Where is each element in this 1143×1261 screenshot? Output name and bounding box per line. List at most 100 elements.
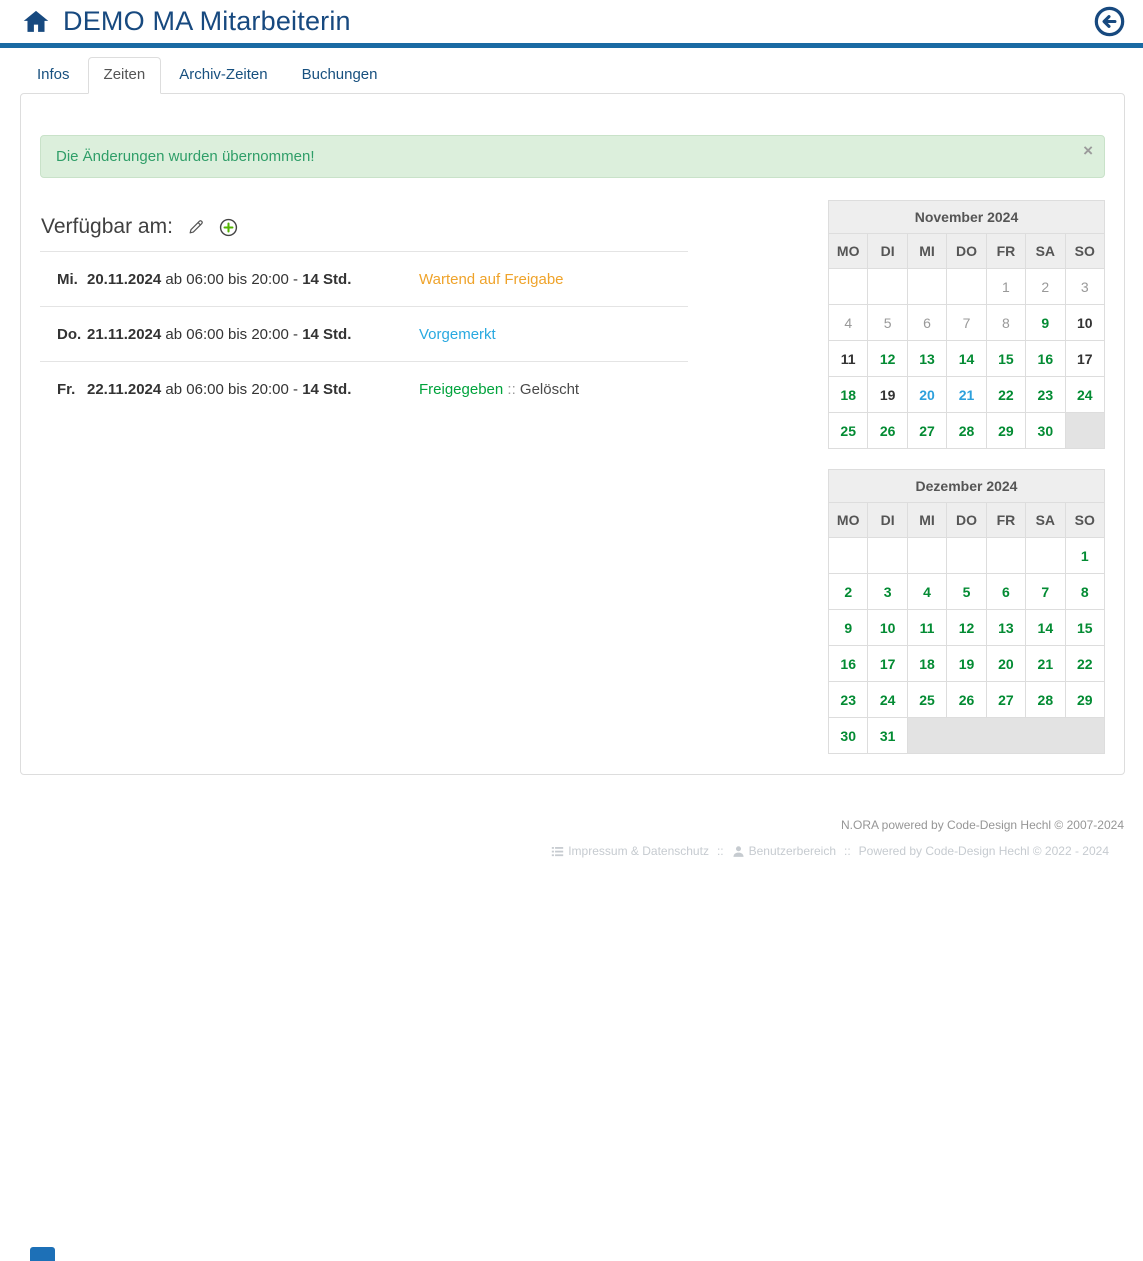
alert-close-icon[interactable]: × xyxy=(1083,142,1093,159)
calendar-day[interactable]: 25 xyxy=(829,413,868,449)
header-divider xyxy=(0,43,1143,48)
calendar-day[interactable]: 15 xyxy=(986,341,1025,377)
calendar-day[interactable]: 28 xyxy=(947,413,986,449)
calendar-day[interactable]: 5 xyxy=(947,574,986,610)
availability-list: Mi.20.11.2024 ab 06:00 bis 20:00 - 14 St… xyxy=(40,252,688,416)
calendar-empty-cell xyxy=(829,269,868,305)
calendar-day[interactable]: 9 xyxy=(1026,305,1065,341)
calendar-day[interactable]: 20 xyxy=(986,646,1025,682)
calendar-day[interactable]: 25 xyxy=(907,682,946,718)
calendar-day[interactable]: 17 xyxy=(1065,341,1104,377)
calendar-day[interactable]: 13 xyxy=(986,610,1025,646)
availability-row: Mi.20.11.2024 ab 06:00 bis 20:00 - 14 St… xyxy=(40,252,688,307)
calendar-day[interactable]: 21 xyxy=(1026,646,1065,682)
weekday-header: SA xyxy=(1026,234,1065,269)
calendar-day[interactable]: 15 xyxy=(1065,610,1104,646)
calendar-day[interactable]: 14 xyxy=(1026,610,1065,646)
calendar-day[interactable]: 18 xyxy=(829,377,868,413)
calendar-day[interactable]: 31 xyxy=(868,718,907,754)
calendar-empty-cell xyxy=(907,538,946,574)
calendar-day[interactable]: 28 xyxy=(1026,682,1065,718)
calendar-day: 6 xyxy=(907,305,946,341)
calendar-column: November 2024MODIMIDOFRSASO1234567891011… xyxy=(828,200,1105,774)
top-bar: DEMO MA Mitarbeiterin xyxy=(0,0,1143,43)
footer-links-row: Impressum & Datenschutz :: Benutzerberei… xyxy=(20,844,1124,858)
calendar-day[interactable]: 20 xyxy=(907,377,946,413)
calendar-day[interactable]: 23 xyxy=(1026,377,1065,413)
footer-link-benutzerbereich[interactable]: Benutzerbereich xyxy=(749,844,836,858)
weekday-header: DO xyxy=(947,503,986,538)
calendar-day[interactable]: 14 xyxy=(947,341,986,377)
weekday-header: MI xyxy=(907,234,946,269)
calendar-day[interactable]: 1 xyxy=(1065,538,1104,574)
tab-buchungen[interactable]: Buchungen xyxy=(286,57,394,93)
calendar-day[interactable]: 7 xyxy=(1026,574,1065,610)
tab-content-panel: Die Änderungen wurden übernommen! × Verf… xyxy=(20,93,1125,775)
calendar-day[interactable]: 18 xyxy=(907,646,946,682)
calendar-day[interactable]: 11 xyxy=(907,610,946,646)
entry-datetime: Fr.22.11.2024 ab 06:00 bis 20:00 - 14 St… xyxy=(57,381,419,398)
calendar-november-2024: November 2024MODIMIDOFRSASO1234567891011… xyxy=(828,200,1105,449)
cookie-settings-button-fragment[interactable] xyxy=(30,1247,55,1261)
add-button[interactable] xyxy=(219,218,238,237)
calendar-day[interactable]: 8 xyxy=(1065,574,1104,610)
availability-row: Fr.22.11.2024 ab 06:00 bis 20:00 - 14 St… xyxy=(40,362,688,416)
home-button[interactable] xyxy=(22,8,50,36)
calendar-day[interactable]: 4 xyxy=(907,574,946,610)
calendar-day[interactable]: 23 xyxy=(829,682,868,718)
calendar-day[interactable]: 17 xyxy=(868,646,907,682)
calendar-empty-cell xyxy=(907,269,946,305)
calendar-day[interactable]: 27 xyxy=(986,682,1025,718)
pencil-icon xyxy=(187,218,205,236)
calendar-day[interactable]: 19 xyxy=(868,377,907,413)
calendar-day[interactable]: 16 xyxy=(1026,341,1065,377)
calendar-empty-cell xyxy=(986,538,1025,574)
calendar-day[interactable]: 26 xyxy=(868,413,907,449)
calendar-day[interactable]: 24 xyxy=(868,682,907,718)
calendar-day[interactable]: 6 xyxy=(986,574,1025,610)
calendar-day[interactable]: 9 xyxy=(829,610,868,646)
tab-archiv-zeiten[interactable]: Archiv-Zeiten xyxy=(163,57,283,93)
calendar-day[interactable]: 27 xyxy=(907,413,946,449)
calendar-day[interactable]: 2 xyxy=(829,574,868,610)
weekday-header: DO xyxy=(947,234,986,269)
calendar-day[interactable]: 26 xyxy=(947,682,986,718)
weekday-header: SO xyxy=(1065,503,1104,538)
calendar-day[interactable]: 16 xyxy=(829,646,868,682)
list-icon xyxy=(551,845,564,858)
calendar-day[interactable]: 12 xyxy=(947,610,986,646)
calendar-day[interactable]: 22 xyxy=(1065,646,1104,682)
weekday-header: SA xyxy=(1026,503,1065,538)
calendar-day[interactable]: 22 xyxy=(986,377,1025,413)
footer-separator: :: xyxy=(717,844,724,858)
back-button[interactable] xyxy=(1094,6,1125,37)
calendar-day[interactable]: 10 xyxy=(868,610,907,646)
calendar-day[interactable]: 3 xyxy=(868,574,907,610)
calendar-day[interactable]: 30 xyxy=(1026,413,1065,449)
calendar-day[interactable]: 11 xyxy=(829,341,868,377)
availability-heading: Verfügbar am: xyxy=(41,215,173,239)
weekday-header: FR xyxy=(986,234,1025,269)
calendar-day[interactable]: 13 xyxy=(907,341,946,377)
calendar-day[interactable]: 29 xyxy=(986,413,1025,449)
calendar-empty-cell xyxy=(947,538,986,574)
calendar-day[interactable]: 21 xyxy=(947,377,986,413)
calendar-day: 8 xyxy=(986,305,1025,341)
calendar-empty-cell xyxy=(868,269,907,305)
entry-status: Wartend auf Freigabe xyxy=(419,271,564,288)
tab-infos[interactable]: Infos xyxy=(21,57,86,93)
tab-zeiten[interactable]: Zeiten xyxy=(88,57,162,94)
footer-link-impressum[interactable]: Impressum & Datenschutz xyxy=(568,844,709,858)
calendar-day[interactable]: 19 xyxy=(947,646,986,682)
weekday-header: MO xyxy=(829,503,868,538)
entry-status: Vorgemerkt xyxy=(419,326,496,343)
calendar-month-title: November 2024 xyxy=(829,201,1105,234)
availability-header: Verfügbar am: xyxy=(40,200,688,252)
calendar-day[interactable]: 29 xyxy=(1065,682,1104,718)
calendar-day[interactable]: 24 xyxy=(1065,377,1104,413)
calendar-day[interactable]: 12 xyxy=(868,341,907,377)
calendar-day[interactable]: 30 xyxy=(829,718,868,754)
edit-button[interactable] xyxy=(187,218,205,236)
calendar-day[interactable]: 10 xyxy=(1065,305,1104,341)
calendar-empty-cell xyxy=(829,538,868,574)
